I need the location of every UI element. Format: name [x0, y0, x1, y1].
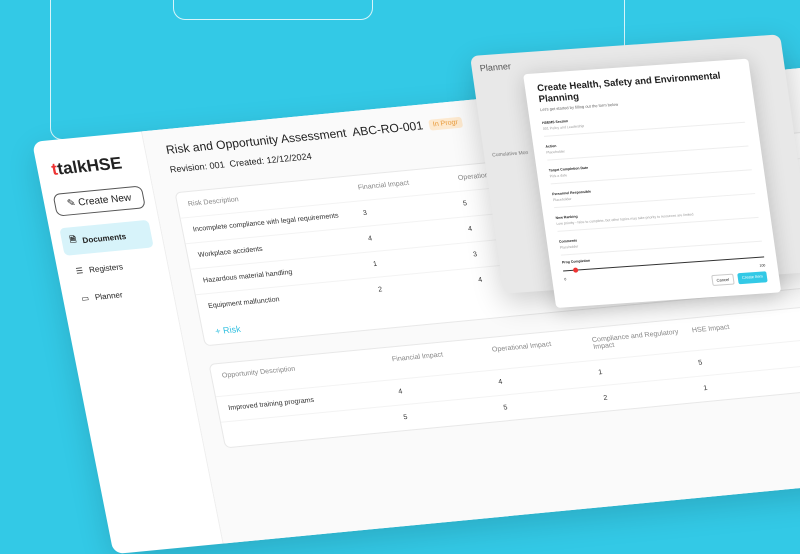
- sidebar-item-planner[interactable]: ▭ Planner: [71, 280, 164, 311]
- table-cell: 1: [702, 385, 709, 393]
- slider-min: 0: [564, 277, 567, 282]
- table-cell: 4: [497, 378, 504, 387]
- create-item-button[interactable]: Create Item: [737, 271, 768, 285]
- cancel-button[interactable]: Cancel: [710, 273, 735, 287]
- table-cell: [233, 414, 404, 437]
- column-header: Compliance and Regulatory Impact: [591, 328, 680, 351]
- column-header: Financial Impact: [357, 179, 410, 192]
- table-cell: 4: [367, 235, 373, 243]
- slider-handle[interactable]: [572, 267, 579, 273]
- create-new-button[interactable]: ✎ Create New: [52, 185, 146, 217]
- column-header: Operational Impact: [491, 341, 552, 354]
- table-cell: 2: [377, 286, 383, 294]
- column-header: HSE Impact: [691, 323, 731, 335]
- table-cell: 3: [362, 209, 368, 218]
- sidebar-item-documents[interactable]: 🗎 Documents: [59, 219, 154, 256]
- document-icon: 🗎: [68, 234, 78, 245]
- status-badge: In Progr: [427, 116, 463, 131]
- table-cell: 2: [602, 394, 609, 402]
- table-cell: 4: [397, 388, 404, 396]
- logo: ttalkHSE: [49, 153, 124, 179]
- column-header: Financial Impact: [391, 351, 444, 364]
- slider-max: 100: [759, 263, 766, 268]
- table-cell: 1: [372, 260, 378, 269]
- table-cell: 5: [402, 413, 409, 422]
- table-cell: 1: [597, 369, 604, 377]
- planner-window: Planner Cumulative Mon Create Health, Sa…: [470, 34, 800, 308]
- list-icon: ☰: [75, 266, 84, 276]
- table-cell: 5: [502, 404, 509, 412]
- calendar-icon: ▭: [80, 293, 90, 304]
- create-planning-modal: Create Health, Safety and Environmental …: [523, 58, 782, 308]
- sidebar-item-registers[interactable]: ☰ Registers: [66, 252, 159, 283]
- table-cell: 5: [697, 359, 704, 367]
